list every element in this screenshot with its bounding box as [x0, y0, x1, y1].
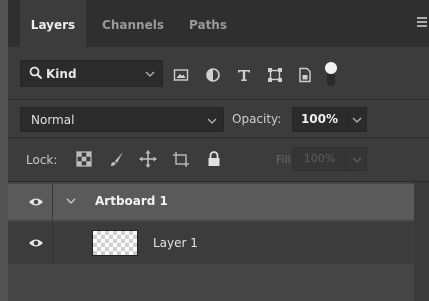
search-icon [29, 66, 43, 80]
chevron-down-icon [207, 118, 217, 124]
eye-icon [29, 198, 43, 206]
layers-list: Artboard 1 Layer 1 [8, 181, 429, 301]
tab-channels[interactable]: Channels [92, 0, 174, 47]
lock-all-icon[interactable] [205, 150, 223, 168]
fill-dropdown-button[interactable] [346, 147, 367, 171]
lock-label: Lock: [26, 153, 58, 167]
layer-name: Artboard 1 [95, 194, 168, 208]
expand-chevron-icon[interactable] [66, 196, 76, 206]
visibility-toggle[interactable] [8, 222, 53, 264]
eye-icon [29, 239, 43, 247]
tab-layers[interactable]: Layers [20, 0, 86, 47]
blend-mode-value: Normal [31, 113, 75, 127]
filter-toggle-icon[interactable] [324, 61, 338, 87]
lock-artboard-nesting-icon[interactable] [172, 150, 190, 168]
pixel-layer-filter-icon[interactable] [173, 67, 189, 83]
layer-thumbnail [92, 230, 138, 256]
shape-layer-filter-icon[interactable] [267, 67, 283, 83]
tab-paths[interactable]: Paths [180, 0, 236, 47]
filter-kind-select[interactable]: Kind [20, 60, 163, 87]
hamburger-menu-icon[interactable] [417, 17, 427, 29]
lock-transparent-pixels-icon[interactable] [75, 150, 93, 168]
opacity-dropdown-button[interactable] [346, 107, 367, 132]
visibility-toggle[interactable] [8, 184, 53, 220]
lock-row: Lock: Fill: 100% [8, 137, 429, 182]
layers-panel: Layers Channels Paths Kind Normal Opacit… [8, 0, 429, 301]
fill-input[interactable]: 100% [292, 147, 347, 171]
layer-row-layer-1[interactable]: Layer 1 [8, 222, 414, 264]
chevron-down-icon [145, 71, 155, 77]
opacity-label: Opacity: [232, 112, 282, 126]
blend-opacity-row: Normal Opacity: 100% [8, 99, 429, 138]
chevron-down-icon [352, 117, 362, 123]
smart-object-filter-icon[interactable] [297, 67, 313, 83]
opacity-input[interactable]: 100% [292, 107, 347, 132]
scrollbar-track[interactable] [414, 182, 429, 301]
filter-row: Kind [8, 47, 429, 99]
lock-image-pixels-icon[interactable] [108, 150, 126, 168]
layer-name: Layer 1 [153, 236, 198, 250]
chevron-down-icon [352, 157, 362, 163]
filter-kind-label: Kind [46, 67, 77, 81]
layer-row-artboard-1[interactable]: Artboard 1 [8, 184, 414, 220]
adjustment-layer-filter-icon[interactable] [205, 67, 221, 83]
lock-position-icon[interactable] [139, 150, 157, 168]
panel-tab-strip: Layers Channels Paths [8, 0, 429, 47]
type-layer-filter-icon[interactable] [236, 67, 252, 83]
blend-mode-select[interactable]: Normal [20, 107, 224, 132]
